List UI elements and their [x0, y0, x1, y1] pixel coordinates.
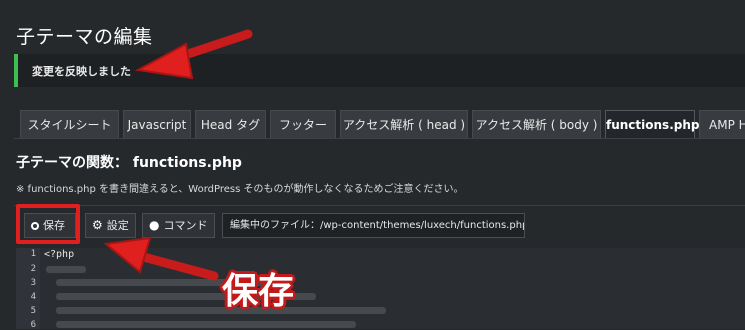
tab-functions-php[interactable]: functions.php — [605, 110, 699, 139]
blurred-code — [56, 307, 386, 314]
save-callout-label: 保存 — [222, 271, 295, 312]
tab-head-tag[interactable]: Head タグ — [195, 110, 266, 138]
line-number: 4 — [30, 292, 36, 302]
page-title: 子テーマの編集 — [16, 26, 153, 48]
line-number: 2 — [30, 264, 36, 274]
save-highlight-box — [16, 204, 80, 244]
tab-analytics-body[interactable]: アクセス解析 ( body ) — [472, 110, 601, 138]
code-editor[interactable]: 1 2 3 4 5 6 <?php — [16, 248, 745, 330]
tabs-divider — [14, 138, 745, 139]
command-button[interactable]: ● コマンド — [142, 213, 215, 238]
lightbulb-icon: ● — [149, 218, 160, 232]
tab-javascript[interactable]: Javascript — [123, 110, 191, 138]
warning-text: ※ functions.php を書き間違えると、WordPress そのものが… — [16, 184, 464, 195]
tab-stylesheet[interactable]: スタイルシート — [20, 110, 119, 138]
code-line-first: <?php — [44, 249, 75, 260]
command-label: コマンド — [163, 219, 208, 232]
editing-file-path: 編集中のファイル：/wp-content/themes/luxech/funct… — [222, 213, 525, 238]
line-number-gutter: 1 2 3 4 5 6 — [16, 248, 40, 330]
section-title: 子テーマの関数： functions.php — [16, 155, 242, 171]
notice-message: 変更を反映しました — [32, 65, 131, 78]
tab-analytics-head[interactable]: アクセス解析 ( head ) — [340, 110, 468, 138]
settings-label: 設定 — [106, 219, 129, 232]
update-notice: 変更を反映しました — [14, 54, 745, 87]
line-number: 3 — [30, 278, 36, 288]
tab-footer[interactable]: フッター — [270, 110, 336, 138]
tab-amp[interactable]: AMP H — [699, 110, 745, 138]
line-number: 1 — [30, 249, 36, 259]
blurred-code — [46, 266, 86, 273]
line-number: 5 — [30, 306, 36, 316]
toolbar-divider — [14, 205, 745, 206]
gear-icon: ⚙ — [92, 218, 103, 232]
blurred-code — [56, 321, 356, 328]
settings-button[interactable]: ⚙ 設定 — [85, 213, 136, 238]
